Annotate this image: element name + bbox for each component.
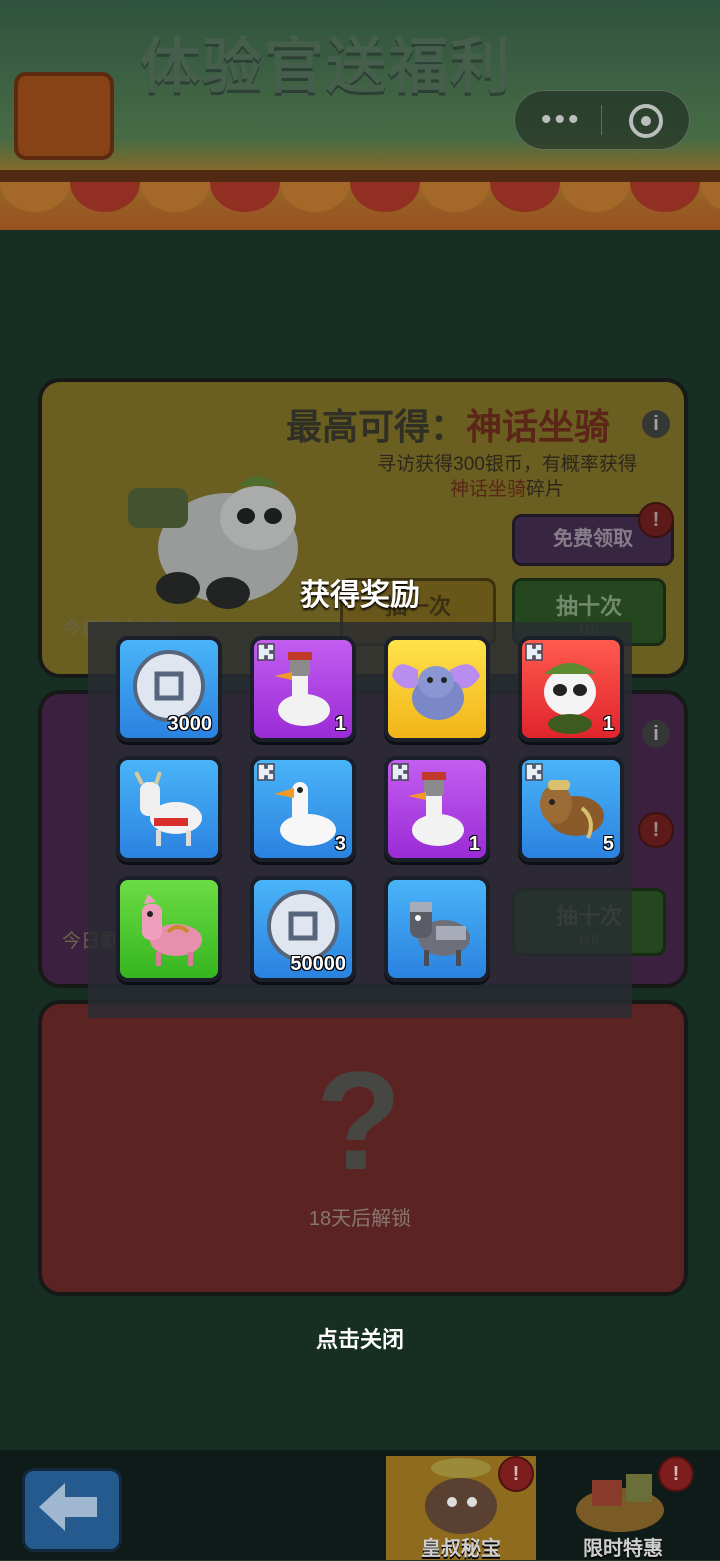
- reward-item-white-goat[interactable]: [116, 756, 222, 862]
- reward-quantity: 1: [468, 833, 480, 855]
- arrow-left-icon: [39, 1483, 97, 1531]
- pink-horse-icon: [142, 894, 202, 966]
- fragment-icon: [525, 643, 543, 661]
- reward-item-pink-horse[interactable]: [116, 876, 222, 982]
- fragment-icon: [257, 643, 275, 661]
- reward-item-panda-mount[interactable]: 1: [518, 636, 624, 742]
- tap-to-close-hint[interactable]: 点击关闭: [0, 1322, 720, 1354]
- reward-item-goose-knight[interactable]: 1: [384, 756, 490, 862]
- reward-quantity: 1: [602, 713, 614, 735]
- notification-badge: !: [658, 1456, 694, 1492]
- reward-quantity: 3: [334, 833, 346, 855]
- reward-quantity: 3000: [167, 713, 213, 735]
- white-goat-icon: [134, 771, 202, 846]
- back-button[interactable]: [22, 1468, 122, 1552]
- reward-item-silver-coin[interactable]: 50000: [250, 876, 356, 982]
- fragment-icon: [257, 763, 275, 781]
- armored-horse-icon: [410, 902, 470, 966]
- reward-item-white-goose[interactable]: 3: [250, 756, 356, 862]
- reward-popup-title: 获得奖励: [300, 579, 420, 612]
- fragment-icon: [525, 763, 543, 781]
- reward-item-winged-elephant[interactable]: [384, 636, 490, 742]
- reward-item-silver-coin[interactable]: 3000: [116, 636, 222, 742]
- fragment-icon: [391, 763, 409, 781]
- winged-elephant-icon: [392, 664, 480, 720]
- tab-label: 限时特惠: [583, 1538, 663, 1560]
- tab-label: 皇叔秘宝: [421, 1538, 501, 1560]
- reward-item-armored-horse[interactable]: [384, 876, 490, 982]
- notification-badge: !: [498, 1456, 534, 1492]
- reward-item-goose-knight[interactable]: 1: [250, 636, 356, 742]
- reward-quantity: 1: [334, 713, 346, 735]
- reward-quantity: 50000: [290, 953, 346, 975]
- reward-quantity: 5: [602, 833, 614, 855]
- reward-item-brown-horse[interactable]: 5: [518, 756, 624, 862]
